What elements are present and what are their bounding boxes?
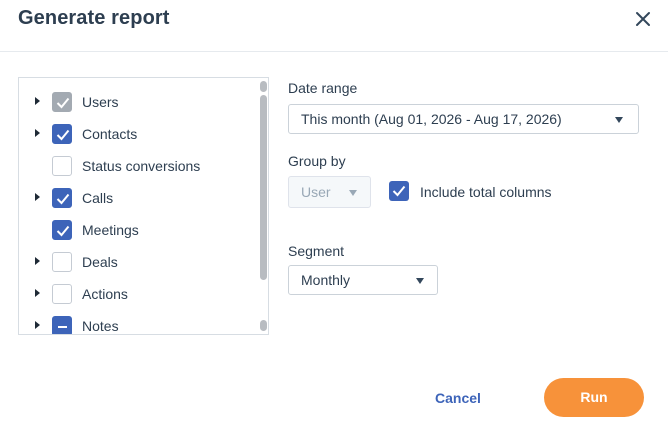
- tree-item-meetings[interactable]: Meetings: [19, 218, 257, 244]
- tree-item-users[interactable]: Users: [19, 90, 257, 116]
- group-by-label: Group by: [288, 153, 346, 169]
- tree-item-contacts[interactable]: Contacts: [19, 122, 257, 148]
- group-by-value: User: [301, 184, 331, 200]
- close-icon[interactable]: [632, 8, 654, 30]
- checkbox-checked[interactable]: [52, 220, 72, 240]
- tree-item-label: Contacts: [82, 126, 138, 142]
- chevron-down-icon: [416, 278, 424, 284]
- chevron-down-icon: [615, 117, 623, 123]
- cancel-button[interactable]: Cancel: [424, 386, 492, 410]
- tree-item-deals[interactable]: Deals: [19, 250, 257, 276]
- tree-item-status-conversions[interactable]: Status conversions: [19, 154, 257, 180]
- tree-item-actions[interactable]: Actions: [19, 282, 257, 308]
- scroll-down-handle[interactable]: [260, 320, 267, 331]
- chevron-down-icon: [349, 190, 357, 196]
- tree-item-label: Notes: [82, 318, 119, 334]
- expand-caret-icon[interactable]: [35, 289, 40, 297]
- tree-item-calls[interactable]: Calls: [19, 186, 257, 212]
- tree-item-label: Deals: [82, 254, 118, 270]
- expand-caret-icon[interactable]: [35, 321, 40, 329]
- dialog-title: Generate report: [18, 7, 170, 29]
- tree-item-label: Meetings: [82, 222, 139, 238]
- checkbox-checked[interactable]: [52, 124, 72, 144]
- segment-select[interactable]: Monthly: [288, 265, 438, 295]
- scroll-thumb[interactable]: [260, 95, 267, 280]
- tree-item-notes[interactable]: Notes: [19, 314, 257, 334]
- checkbox-indeterminate[interactable]: [52, 316, 72, 334]
- scroll-up-handle[interactable]: [260, 81, 267, 92]
- tree-item-label: Status conversions: [82, 158, 201, 174]
- tree-item-label: Actions: [82, 286, 128, 302]
- checkbox-checked-disabled[interactable]: [52, 92, 72, 112]
- tree-scrollbar[interactable]: [258, 78, 268, 334]
- tree-item-label: Users: [82, 94, 119, 110]
- checkbox-unchecked[interactable]: [52, 284, 72, 304]
- segment-label: Segment: [288, 243, 345, 259]
- group-by-select[interactable]: User: [288, 176, 371, 208]
- date-range-select[interactable]: This month (Aug 01, 2026 - Aug 17, 2026): [288, 104, 639, 134]
- report-sections-tree: Users Contacts Status conversions Calls Meet…: [18, 77, 269, 335]
- include-total-label: Include total columns: [420, 184, 552, 200]
- dialog-header: Generate report: [0, 0, 668, 52]
- expand-caret-icon[interactable]: [35, 97, 40, 105]
- segment-value: Monthly: [301, 272, 351, 288]
- checkbox-checked[interactable]: [52, 188, 72, 208]
- checkbox-unchecked[interactable]: [52, 156, 72, 176]
- date-range-label: Date range: [288, 80, 358, 96]
- tree-item-label: Calls: [82, 190, 114, 206]
- expand-caret-icon[interactable]: [35, 193, 40, 201]
- include-total-checkbox[interactable]: [389, 181, 409, 201]
- generate-report-dialog: Generate report Users Contacts Status conv…: [0, 0, 668, 429]
- expand-caret-icon[interactable]: [35, 129, 40, 137]
- date-range-value: This month (Aug 01, 2026 - Aug 17, 2026): [301, 111, 562, 127]
- checkbox-unchecked[interactable]: [52, 252, 72, 272]
- run-button[interactable]: Run: [544, 378, 644, 417]
- expand-caret-icon[interactable]: [35, 257, 40, 265]
